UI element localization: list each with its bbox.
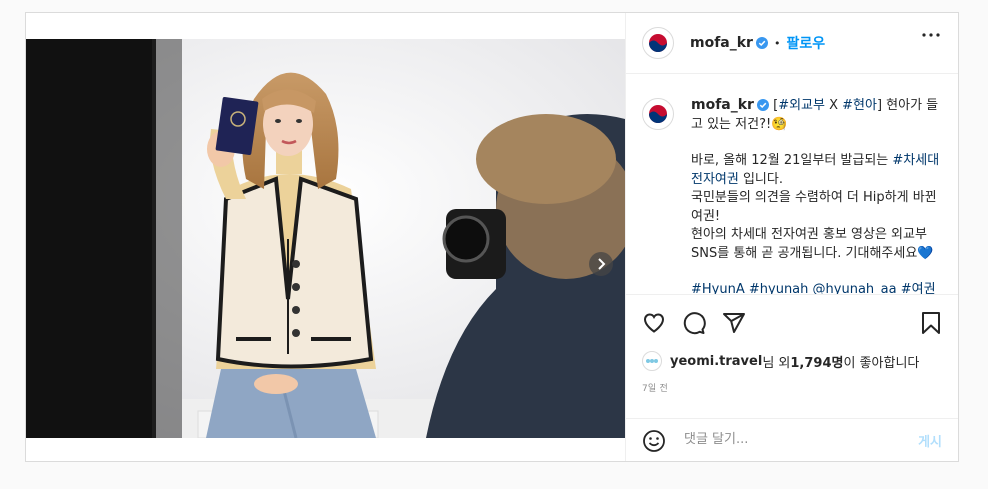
verified-icon: [756, 99, 769, 111]
caption-paragraph: 현아의 차세대 전자여권 홍보 영상은 외교부 SNS를 통해 곧 공개됩니다.…: [691, 227, 934, 261]
likes-summary: yeomi.travel 님 외 1,794명 이 좋아합니다: [642, 351, 919, 371]
hashtag-link[interactable]: #hyunah: [749, 282, 809, 294]
comment-bar: 게시: [626, 418, 958, 463]
post-header: mofa_kr • 팔로우: [626, 13, 958, 74]
avatar[interactable]: [642, 27, 674, 59]
username-link[interactable]: mofa_kr: [690, 35, 753, 51]
more-icon[interactable]: [922, 33, 940, 37]
comment-input[interactable]: [682, 431, 906, 448]
comment-icon[interactable]: [682, 311, 706, 335]
photo-image: [26, 39, 625, 438]
post-sidebar: mofa_kr • 팔로우 mofa_kr [#외교부 X #현아] 현아가 들…: [625, 13, 958, 461]
caption-paragraph: 국민분들의 의견을 수렴하여 더 Hip하게 바뀐 여권!: [691, 190, 937, 224]
caption-username[interactable]: mofa_kr: [691, 97, 754, 113]
hashtag-link[interactable]: #현아: [842, 98, 877, 113]
post-photo[interactable]: [26, 39, 625, 438]
post-timestamp[interactable]: 7일 전: [642, 381, 668, 394]
emoji-icon[interactable]: [642, 429, 666, 453]
chevron-right-icon: [598, 258, 606, 270]
liker-username[interactable]: yeomi.travel: [670, 354, 762, 369]
likes-text: 이 좋아합니다: [843, 355, 920, 371]
post-comment-button[interactable]: 게시: [918, 431, 942, 450]
caption-paragraph: 입니다.: [738, 171, 783, 187]
follow-button[interactable]: 팔로우: [786, 33, 825, 53]
mofa-logo-icon: [649, 105, 667, 123]
likes-text: 님 외: [762, 355, 791, 371]
hashtag-link[interactable]: #외교부: [778, 98, 825, 113]
verified-icon: [755, 37, 768, 49]
bookmark-icon[interactable]: [920, 311, 942, 335]
hashtag-link[interactable]: #HyunA: [691, 282, 745, 294]
post-media: [26, 13, 625, 461]
caption-text: mofa_kr [#외교부 X #현아] 현아가 들고 있는 저건?!🧐 바로,…: [691, 96, 946, 294]
heart-icon[interactable]: [642, 311, 666, 335]
mofa-logo-icon: [649, 34, 667, 52]
caption-x: X: [824, 98, 843, 113]
post-card: mofa_kr • 팔로우 mofa_kr [#외교부 X #현아] 현아가 들…: [25, 12, 959, 462]
action-bar: [626, 305, 958, 341]
caption-area: mofa_kr [#외교부 X #현아] 현아가 들고 있는 저건?!🧐 바로,…: [626, 74, 958, 295]
separator-dot: •: [773, 36, 781, 50]
carousel-next-button[interactable]: [589, 252, 613, 276]
caption-avatar[interactable]: [642, 98, 674, 130]
caption-paragraph: 바로, 올해 12월 21일부터 발급되는: [691, 153, 893, 168]
share-icon[interactable]: [722, 311, 746, 335]
mention-link[interactable]: @hyunah_aa: [813, 282, 897, 294]
liker-avatar[interactable]: [642, 351, 662, 371]
likes-count[interactable]: 1,794명: [790, 352, 843, 371]
